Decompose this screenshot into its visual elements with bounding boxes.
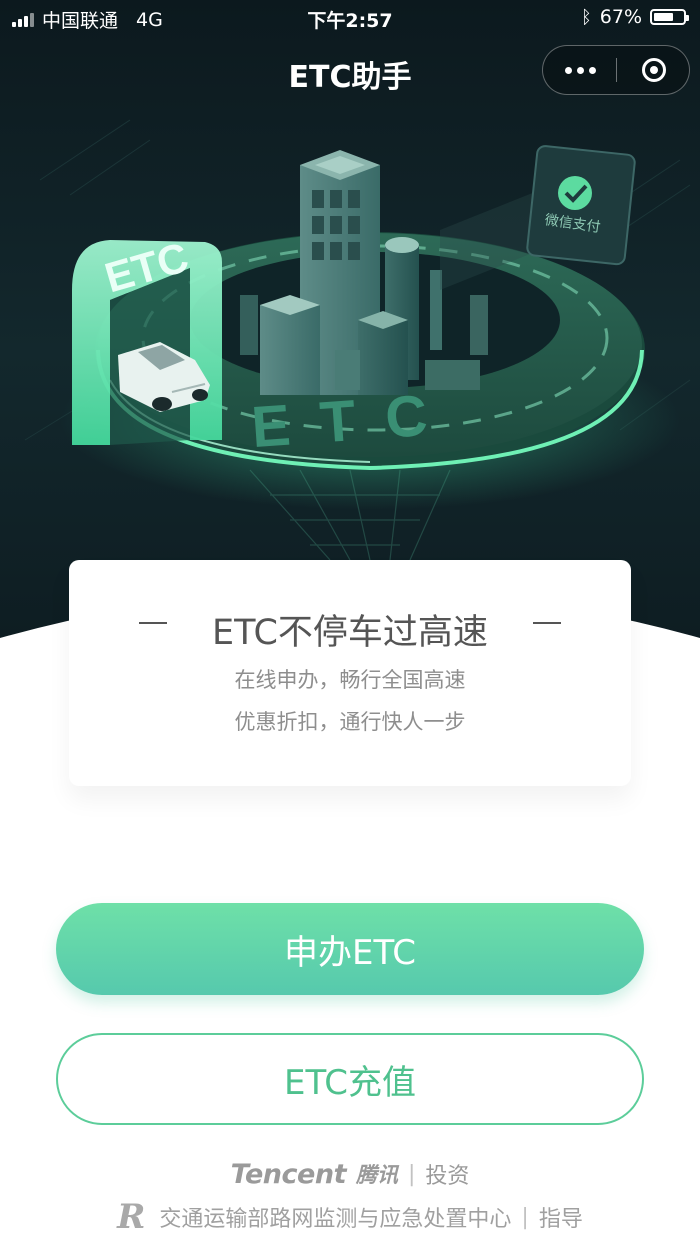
- footer-ministry: R 交通运输部路网监测与应急处置中心 | 指导: [0, 1197, 700, 1237]
- etc-recharge-button[interactable]: ETC充值: [56, 1033, 644, 1125]
- card-line-1: 在线申办，畅行全国高速: [234, 668, 466, 692]
- invest-label: 投资: [425, 1164, 470, 1189]
- more-button[interactable]: [543, 46, 617, 94]
- guide-label: 指导: [538, 1207, 583, 1232]
- status-right: ᛒ 67%: [580, 6, 689, 28]
- card-headline: ETC不停车过高速: [212, 613, 488, 653]
- etc-gate: ETC: [72, 233, 222, 445]
- card-line-2: 优惠折扣，通行快人一步: [234, 710, 466, 734]
- tencent-cn-logo: 腾讯: [355, 1163, 398, 1187]
- close-miniprogram-button[interactable]: [617, 46, 691, 94]
- battery-percent: 67%: [599, 6, 642, 28]
- bluetooth-icon: ᛒ: [580, 6, 592, 28]
- headline-dash-right: [533, 622, 561, 624]
- miniprogram-capsule: [542, 45, 690, 95]
- footer-tencent: Tencent 腾讯 | 投资: [0, 1158, 700, 1190]
- footer-divider: |: [521, 1204, 529, 1230]
- intro-card: ETC不停车过高速 在线申办，畅行全国高速 优惠折扣，通行快人一步: [69, 560, 631, 786]
- more-dot-icon: [576, 66, 584, 74]
- status-bar: 中国联通 4G 下午2:57 ᛒ 67%: [0, 0, 700, 36]
- apply-etc-button[interactable]: 申办ETC: [56, 903, 644, 995]
- battery-icon: [650, 9, 689, 25]
- ministry-name: 交通运输部路网监测与应急处置中心: [159, 1207, 512, 1232]
- more-dot-icon: [564, 66, 572, 74]
- more-dot-icon: [588, 66, 596, 74]
- target-circle-icon: [642, 58, 666, 82]
- ministry-logo: R: [117, 1197, 146, 1237]
- tencent-logo: Tencent: [230, 1158, 347, 1190]
- footer-divider: |: [407, 1161, 416, 1187]
